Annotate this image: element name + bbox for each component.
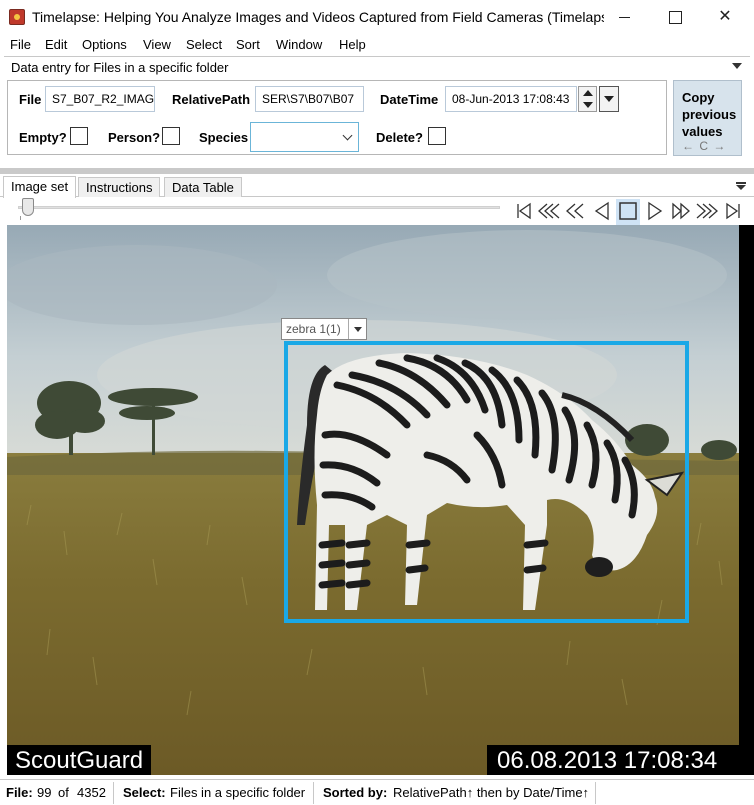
- empty-checkbox[interactable]: [70, 127, 88, 145]
- forward-fast-button[interactable]: [695, 199, 719, 225]
- panel-splitter[interactable]: [0, 168, 754, 174]
- image-timestamp-stamp: 06.08.2013 17:08:34: [487, 745, 740, 775]
- window-title: Timelapse: Helping You Analyze Images an…: [32, 9, 604, 25]
- timelapse-app-icon[interactable]: [9, 9, 25, 25]
- copy-previous-values-button[interactable]: Copy previous values ← C →: [673, 80, 742, 156]
- tab-instructions[interactable]: Instructions: [78, 177, 161, 197]
- status-file-label: File:: [6, 785, 33, 800]
- stop-icon: [619, 202, 637, 220]
- status-separator: [595, 782, 596, 804]
- skip-first-icon: [517, 202, 531, 220]
- menu-select[interactable]: Select: [186, 37, 222, 52]
- file-field[interactable]: S7_B07_R2_IMAG: [45, 86, 155, 112]
- bounding-box-label[interactable]: zebra 1(1): [281, 318, 367, 340]
- play-back-icon: [594, 201, 609, 221]
- bounding-box-label-text: zebra 1(1): [286, 322, 341, 336]
- datetime-dropdown-button[interactable]: [599, 86, 619, 112]
- tab-image-set[interactable]: Image set: [3, 176, 77, 198]
- menu-bar: File Edit Options View Select Sort Windo…: [0, 34, 754, 54]
- menu-edit[interactable]: Edit: [45, 37, 67, 52]
- stop-button[interactable]: [616, 199, 640, 225]
- copy-previous-values-label: Copy previous values: [682, 90, 737, 139]
- delete-label: Delete?: [376, 130, 423, 145]
- status-select-value: Files in a specific folder: [170, 785, 306, 800]
- fast-rewind-icon: [538, 203, 560, 219]
- datetime-field[interactable]: 08-Jun-2013 17:08:43: [445, 86, 577, 112]
- play-icon: [648, 201, 663, 221]
- spin-up-icon[interactable]: [583, 90, 593, 96]
- next-image-button[interactable]: [643, 199, 667, 225]
- fast-forward-icon: [672, 202, 690, 220]
- camera-image[interactable]: zebra 1(1) ScoutGuard 06.08.2013 17:08:3…: [7, 225, 740, 775]
- camera-brand-stamp: ScoutGuard: [7, 745, 152, 775]
- status-bar: File: 99 of 4352 Select: Files in a spec…: [0, 779, 754, 805]
- first-image-button[interactable]: [512, 199, 536, 225]
- datetime-spinner[interactable]: [578, 86, 597, 112]
- status-sorted-value: RelativePath↑ then by Date/Time↑: [393, 785, 590, 800]
- data-entry-title: Data entry for Files in a specific folde…: [11, 60, 229, 75]
- species-label: Species: [199, 130, 249, 145]
- detection-bounding-box[interactable]: [284, 341, 689, 623]
- copy-shortcut-keys: ← C →: [682, 139, 727, 153]
- status-separator: [313, 782, 314, 804]
- collapse-caret-icon[interactable]: [732, 63, 742, 69]
- relativepath-field[interactable]: SER\S7\B07\B07: [255, 86, 364, 112]
- rewind-icon: [566, 203, 584, 219]
- back-fast-button[interactable]: [537, 199, 561, 225]
- back-page-button[interactable]: [563, 199, 587, 225]
- person-label: Person?: [108, 130, 161, 145]
- relativepath-label: RelativePath: [172, 92, 251, 107]
- delete-checkbox[interactable]: [428, 127, 446, 145]
- person-checkbox[interactable]: [162, 127, 180, 145]
- menu-file[interactable]: File: [10, 37, 31, 52]
- title-bar: Timelapse: Helping You Analyze Images an…: [0, 0, 754, 34]
- file-label: File: [19, 92, 42, 107]
- chevron-down-icon: [342, 130, 353, 141]
- tab-data-table[interactable]: Data Table: [164, 177, 242, 197]
- tab-strip: Image set Instructions Data Table: [0, 176, 754, 198]
- data-entry-header: Data entry for Files in a specific folde…: [4, 56, 750, 78]
- minimize-button[interactable]: [600, 0, 650, 34]
- menu-sort[interactable]: Sort: [236, 37, 260, 52]
- status-file-total: 4352: [77, 785, 106, 800]
- skip-last-icon: [726, 202, 740, 220]
- last-image-button[interactable]: [721, 199, 745, 225]
- chevron-down-icon[interactable]: [348, 319, 366, 339]
- image-slider-track[interactable]: [18, 206, 500, 209]
- status-of-label: of: [58, 785, 69, 800]
- tabs-menu-icon[interactable]: [736, 182, 746, 190]
- menu-window[interactable]: Window: [276, 37, 322, 52]
- menu-options[interactable]: Options: [82, 37, 127, 52]
- empty-label: Empty?: [19, 130, 67, 145]
- status-select-label: Select:: [123, 785, 166, 800]
- status-separator: [113, 782, 114, 804]
- spin-down-icon[interactable]: [583, 102, 593, 108]
- species-dropdown[interactable]: [250, 122, 359, 152]
- previous-image-button[interactable]: [590, 199, 614, 225]
- menu-help[interactable]: Help: [339, 37, 366, 52]
- status-file-index: 99: [37, 785, 52, 800]
- fast-forward-double-icon: [696, 203, 718, 219]
- image-border-strip: [739, 225, 754, 775]
- image-slider-thumb[interactable]: [22, 198, 34, 216]
- datetime-label: DateTime: [380, 92, 439, 107]
- close-button[interactable]: ✕: [700, 0, 750, 34]
- menu-view[interactable]: View: [143, 37, 171, 52]
- forward-page-button[interactable]: [669, 199, 693, 225]
- status-sorted-label: Sorted by:: [323, 785, 388, 800]
- slider-ticks: [20, 216, 500, 220]
- maximize-button[interactable]: [650, 0, 700, 34]
